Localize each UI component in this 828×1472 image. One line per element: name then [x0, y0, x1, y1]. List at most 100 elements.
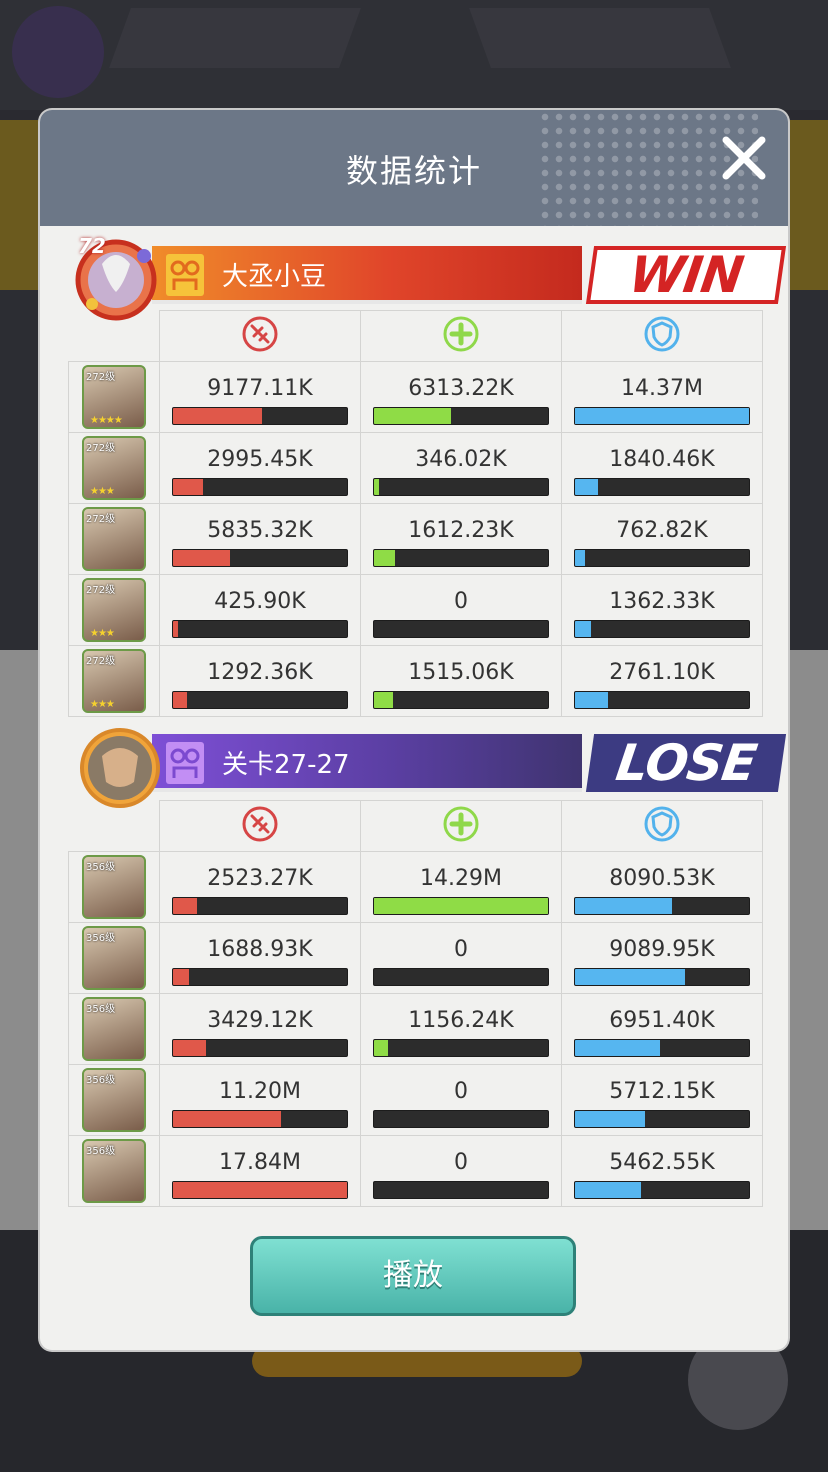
heal-bar	[373, 691, 549, 709]
play-button[interactable]: 播放	[250, 1236, 576, 1316]
heal-stat-cell: 6313.22K	[360, 361, 562, 433]
heal-stat-cell: 0	[360, 1135, 562, 1207]
team2-result-badge: LOSE	[585, 734, 787, 792]
hero-level: 272级	[86, 585, 116, 596]
damage-value: 425.90K	[214, 589, 306, 614]
hero-portrait[interactable]: 272级 ★★★★	[82, 365, 146, 429]
shield-icon	[644, 316, 680, 352]
heal-bar	[373, 897, 549, 915]
shield-bar-fill	[575, 1111, 645, 1127]
shield-value: 8090.53K	[609, 866, 715, 891]
damage-bar-fill	[173, 898, 198, 914]
hero-portrait[interactable]: 272级	[82, 507, 146, 571]
heal-column-header	[360, 800, 562, 852]
hero-stars: ★★★	[90, 486, 115, 497]
hero-portrait[interactable]: 356级	[82, 1139, 146, 1203]
damage-stat-cell: 9177.11K	[159, 361, 361, 433]
heal-bar-fill	[374, 1040, 388, 1056]
damage-bar	[172, 549, 348, 567]
hero-stars: ★★★	[90, 699, 115, 710]
damage-value: 9177.11K	[207, 376, 313, 401]
hero-level: 356级	[86, 1075, 116, 1086]
hero-portrait[interactable]: 356级	[82, 926, 146, 990]
hero-portrait[interactable]: 272级 ★★★	[82, 436, 146, 500]
shield-bar	[574, 691, 750, 709]
shield-bar-fill	[575, 692, 609, 708]
team2-leader-avatar	[72, 722, 168, 812]
hero-cell: 356级	[68, 993, 160, 1065]
damage-bar-fill	[173, 969, 189, 985]
shield-bar	[574, 478, 750, 496]
close-icon[interactable]	[716, 130, 772, 186]
heal-bar-fill	[374, 898, 548, 914]
shield-value: 2761.10K	[609, 660, 715, 685]
damage-icon	[242, 806, 278, 842]
shield-stat-cell: 762.82K	[561, 503, 763, 575]
hero-portrait[interactable]: 356级	[82, 855, 146, 919]
shield-value: 762.82K	[616, 518, 708, 543]
hero-portrait[interactable]: 356级	[82, 1068, 146, 1132]
damage-column-header	[159, 800, 361, 852]
heal-value: 0	[454, 589, 468, 614]
stats-dialog: 数据统计 大丞小豆 72 WIN 272级 ★★★★ 9177.11K 6313…	[40, 110, 788, 1350]
heal-stat-cell: 1612.23K	[360, 503, 562, 575]
damage-bar	[172, 478, 348, 496]
shield-value: 1840.46K	[609, 447, 715, 472]
damage-bar-fill	[173, 621, 179, 637]
hero-cell: 272级 ★★★	[68, 432, 160, 504]
heal-bar	[373, 1039, 549, 1057]
hero-stats-row: 272级 5835.32K 1612.23K 762.82K	[68, 503, 763, 575]
heal-icon	[443, 806, 479, 842]
damage-value: 5835.32K	[207, 518, 313, 543]
shield-bar-fill	[575, 1040, 661, 1056]
hero-level: 356级	[86, 1004, 116, 1015]
heal-stat-cell: 14.29M	[360, 851, 562, 923]
shield-column-header	[561, 800, 763, 852]
damage-value: 2523.27K	[207, 866, 313, 891]
damage-stat-cell: 425.90K	[159, 574, 361, 646]
hero-portrait[interactable]: 272级 ★★★	[82, 649, 146, 713]
heal-value: 1515.06K	[408, 660, 514, 685]
damage-bar-fill	[173, 692, 187, 708]
shield-stat-cell: 2761.10K	[561, 645, 763, 717]
background-right-panel	[469, 8, 731, 68]
heal-bar	[373, 407, 549, 425]
team1-result-badge: WIN	[585, 246, 787, 304]
stat-icon-row	[69, 800, 763, 852]
shield-stat-cell: 5462.55K	[561, 1135, 763, 1207]
heal-stat-cell: 0	[360, 574, 562, 646]
heal-column-header	[360, 310, 562, 362]
damage-value: 1688.93K	[207, 937, 313, 962]
hero-stats-row: 356级 17.84M 0 5462.55K	[68, 1135, 763, 1207]
shield-stat-cell: 14.37M	[561, 361, 763, 433]
damage-bar-fill	[173, 1182, 347, 1198]
heal-bar	[373, 620, 549, 638]
damage-value: 3429.12K	[207, 1008, 313, 1033]
damage-stat-cell: 5835.32K	[159, 503, 361, 575]
hero-portrait[interactable]: 272级 ★★★	[82, 578, 146, 642]
shield-value: 14.37M	[621, 376, 703, 401]
hero-stats-row: 356级 3429.12K 1156.24K 6951.40K	[68, 993, 763, 1065]
damage-stat-cell: 17.84M	[159, 1135, 361, 1207]
stat-icon-row	[69, 310, 763, 362]
shield-bar	[574, 1110, 750, 1128]
heal-value: 1612.23K	[408, 518, 514, 543]
hero-stars: ★★★	[90, 628, 115, 639]
damage-bar	[172, 897, 348, 915]
team2-banner: 关卡27-27 LOSE	[62, 722, 787, 808]
damage-value: 17.84M	[219, 1150, 301, 1175]
shield-stat-cell: 5712.15K	[561, 1064, 763, 1136]
shield-bar	[574, 407, 750, 425]
damage-stat-cell: 2995.45K	[159, 432, 361, 504]
shield-bar	[574, 1181, 750, 1199]
team2-name-bar: 关卡27-27	[152, 734, 582, 792]
hero-cell: 272级 ★★★★	[68, 361, 160, 433]
damage-bar-fill	[173, 1111, 281, 1127]
hero-portrait[interactable]: 356级	[82, 997, 146, 1061]
background-left-panel	[109, 8, 361, 68]
hero-cell: 356级	[68, 1135, 160, 1207]
damage-stat-cell: 1688.93K	[159, 922, 361, 994]
shield-value: 1362.33K	[609, 589, 715, 614]
damage-bar	[172, 407, 348, 425]
damage-bar	[172, 1181, 348, 1199]
